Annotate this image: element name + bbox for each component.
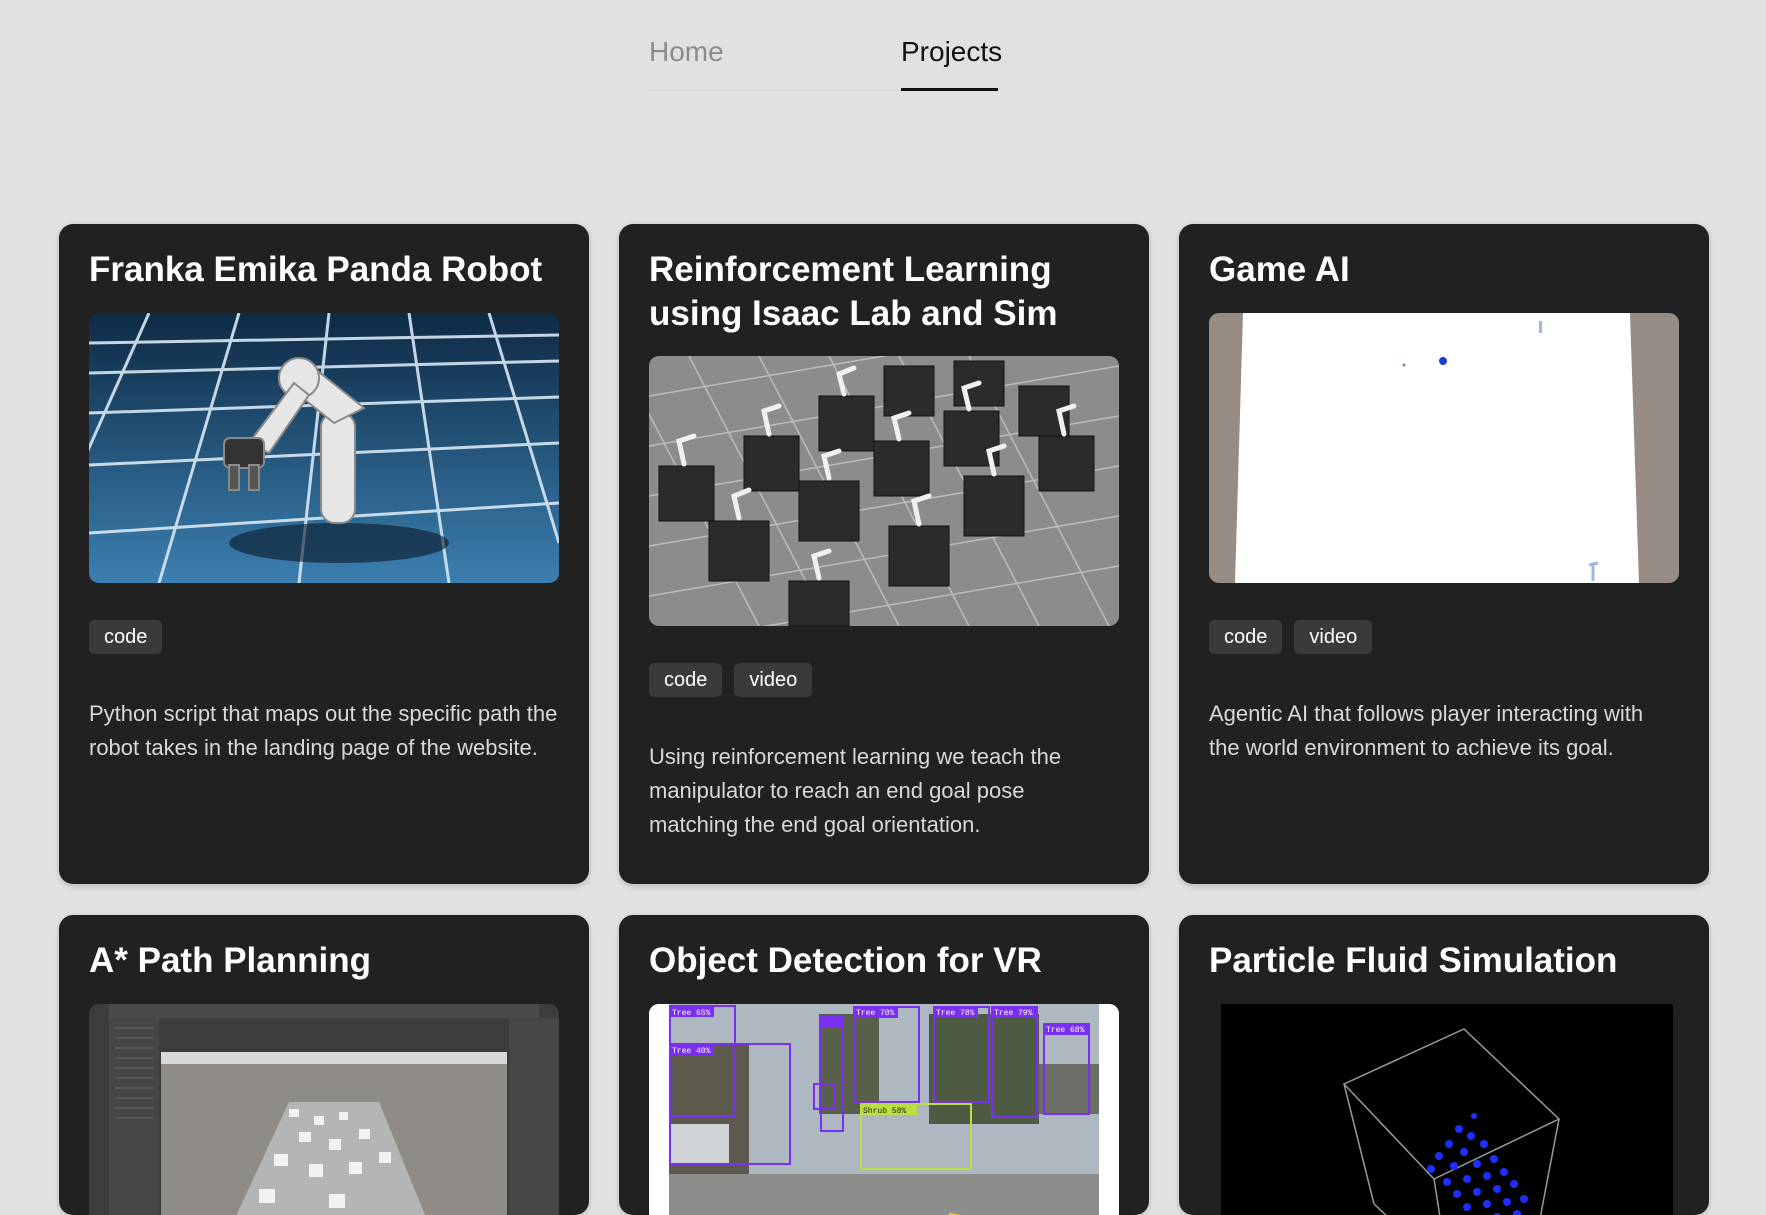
detection-label: Tree 79%: [994, 1009, 1033, 1018]
video-tag[interactable]: video: [734, 663, 813, 697]
street-detection-image[interactable]: Tree 65% Tree 40% Tree 70% Tree 78% Tree…: [649, 1004, 1119, 1215]
project-title: Franka Emika Panda Robot: [89, 250, 543, 289]
unity-editor-image[interactable]: [89, 1004, 559, 1215]
detection-label: Tree 40%: [672, 1047, 711, 1056]
project-card: A* Path Planning: [59, 915, 589, 1215]
nav-active-underline: [901, 88, 998, 91]
multi-robot-sim-image[interactable]: [649, 356, 1119, 626]
unity-editor-image-svg: [89, 1004, 559, 1215]
nav-home-link[interactable]: Home: [649, 34, 724, 70]
project-card: Object Detection for VR Tree 65% Tree 40…: [619, 915, 1149, 1215]
particle-cube-image-svg: [1209, 1004, 1679, 1215]
street-detection-image-svg: Tree 65% Tree 40% Tree 70% Tree 78% Tree…: [649, 1004, 1119, 1215]
detection-label: Tree 68%: [1046, 1026, 1085, 1035]
video-tag[interactable]: video: [1294, 620, 1373, 654]
project-title: Object Detection for VR: [649, 941, 1042, 980]
project-description: Agentic AI that follows player interacti…: [1209, 701, 1644, 760]
project-title: Particle Fluid Simulation: [1209, 941, 1618, 980]
detection-label: Tree 78%: [936, 1009, 975, 1018]
project-title: A* Path Planning: [89, 941, 371, 980]
code-tag[interactable]: code: [89, 620, 163, 654]
project-card: Particle Fluid Simulation: [1179, 915, 1709, 1215]
project-title: Reinforcement Learning using Isaac Lab a…: [649, 250, 1058, 333]
project-description: Using reinforcement learning we teach th…: [649, 744, 1062, 837]
game-ai-map-image-svg: [1209, 313, 1679, 583]
code-tag[interactable]: code: [649, 663, 723, 697]
project-card: Franka Emika Panda Robot code Python scr…: [59, 224, 589, 884]
project-card: Reinforcement Learning using Isaac Lab a…: [619, 224, 1149, 884]
detection-label: Tree 70%: [856, 1009, 895, 1018]
detection-label: Tree 65%: [672, 1009, 711, 1018]
project-title: Game AI: [1209, 250, 1350, 289]
robot-arm-grid-image[interactable]: [89, 313, 559, 583]
top-nav: Home Projects: [0, 0, 1766, 100]
tag-list: code video: [1209, 620, 1373, 654]
tag-list: code video: [649, 663, 813, 697]
multi-robot-sim-image-svg: [649, 356, 1119, 626]
code-tag[interactable]: code: [1209, 620, 1283, 654]
detection-label: Shrub 58%: [863, 1107, 906, 1116]
particle-cube-image[interactable]: [1209, 1004, 1679, 1215]
project-card: Game AI code video Agentic AI that follo…: [1179, 224, 1709, 884]
nav-projects-link[interactable]: Projects: [901, 34, 1002, 70]
project-description: Python script that maps out the specific…: [89, 701, 558, 760]
robot-arm-grid-image-svg: [89, 313, 559, 583]
game-ai-map-image[interactable]: [1209, 313, 1679, 583]
tag-list: code: [89, 620, 163, 654]
